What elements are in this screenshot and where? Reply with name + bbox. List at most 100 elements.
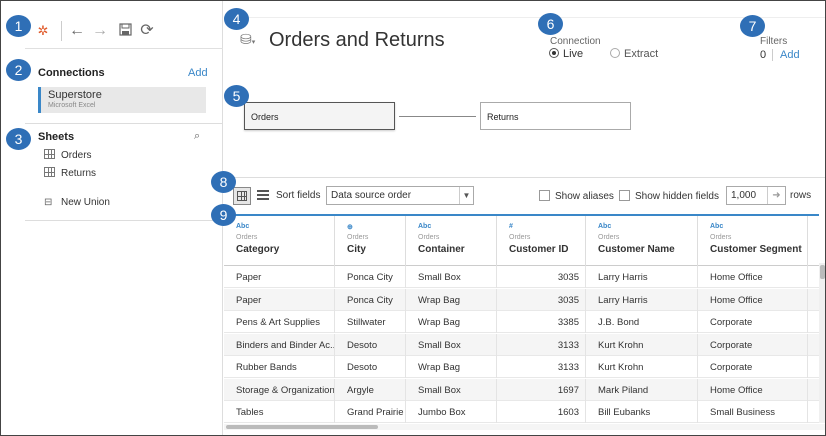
field-name: City — [347, 244, 366, 255]
column-header[interactable]: Abc Orders Container — [406, 216, 497, 266]
sort-fields-value: Data source order — [331, 190, 412, 201]
field-source: Orders — [598, 234, 620, 241]
sort-fields-select[interactable]: Data source order ▼ — [326, 186, 474, 205]
callout-2: 2 — [6, 59, 31, 81]
extract-radio[interactable]: Extract — [610, 48, 658, 60]
add-connection-link[interactable]: Add — [188, 67, 208, 79]
table-cell: Argyle — [335, 378, 406, 401]
live-radio[interactable]: Live — [549, 48, 583, 60]
callout-9: 9 — [211, 204, 236, 226]
table-row: Tables Grand Prairie Jumbo Box 1603 Bill Eub… — [224, 401, 819, 423]
canvas-table-returns[interactable]: Returns — [480, 102, 631, 130]
table-cell: Small Box — [406, 266, 497, 288]
sheet-item-returns[interactable]: Returns — [44, 167, 96, 179]
field-type-icon[interactable]: Abc — [710, 223, 807, 233]
back-icon[interactable]: ← — [69, 23, 85, 39]
table-cell: Binders and Binder Ac... — [224, 333, 335, 356]
horizontal-scrollbar[interactable] — [224, 424, 825, 430]
rows-input[interactable]: 1,000 ➜ — [726, 186, 786, 205]
table-cell: Ponca City — [335, 266, 406, 288]
field-source: Orders — [710, 234, 732, 241]
field-type-icon[interactable]: Abc — [598, 223, 697, 233]
grid-icon — [237, 191, 247, 201]
table-cell: Corporate — [698, 333, 808, 356]
join-line[interactable] — [399, 116, 476, 117]
callout-7: 7 — [740, 15, 765, 37]
table-cell: Corporate — [698, 311, 808, 333]
list-view-button[interactable] — [257, 190, 269, 200]
column-header[interactable]: Abc Orders Customer Segment — [698, 216, 808, 266]
arrow-right-icon[interactable]: ➜ — [767, 187, 785, 204]
scroll-thumb[interactable] — [820, 265, 825, 279]
table-cell: Paper — [224, 266, 335, 288]
filters-divider — [772, 49, 773, 61]
table-cell: Tables — [224, 401, 335, 423]
field-type-icon[interactable]: Abc — [236, 223, 334, 233]
toolbar-divider — [61, 21, 62, 41]
table-icon — [44, 149, 55, 159]
extract-label: Extract — [624, 48, 659, 60]
section-divider — [25, 220, 223, 221]
table-row: Rubber Bands Desoto Wrap Bag 3133 Kurt Krohn… — [224, 356, 819, 378]
table-cell: Home Office — [698, 378, 808, 401]
union-icon: ⊟ — [44, 197, 53, 208]
field-name: Customer ID — [509, 244, 569, 255]
table-cell: Stillwater — [335, 311, 406, 333]
table-cell: Wrap Bag — [406, 311, 497, 333]
show-hidden-fields-checkbox[interactable]: Show hidden fields — [619, 190, 719, 202]
table-cell: Ponca City — [335, 288, 406, 311]
radio-unselected-icon — [610, 48, 620, 58]
field-source: Orders — [236, 234, 258, 241]
new-union-item[interactable]: ⊟ New Union — [44, 197, 110, 208]
section-divider — [25, 123, 223, 124]
field-type-icon[interactable]: # — [509, 223, 585, 233]
live-label: Live — [563, 48, 584, 60]
column-header[interactable]: # Orders Customer ID — [497, 216, 586, 266]
datasource-icon[interactable]: ⛁▾ — [240, 31, 255, 48]
search-icon[interactable]: ⌕ — [194, 130, 200, 143]
sheet-item-orders[interactable]: Orders — [44, 149, 92, 161]
table-cell: Home Office — [698, 288, 808, 311]
table-cell: Mark Piland — [586, 378, 698, 401]
table-cell: 1697 — [497, 378, 586, 401]
table-cell: Storage & Organization — [224, 378, 335, 401]
field-type-icon[interactable]: ⊕ — [347, 223, 405, 233]
tableau-logo-icon[interactable]: ✲ — [35, 23, 51, 39]
callout-3: 3 — [6, 128, 31, 150]
grid-toolbar: Sort fields Data source order ▼ Show ali… — [224, 177, 825, 213]
grid-view-button[interactable] — [233, 187, 251, 205]
field-source: Orders — [347, 234, 369, 241]
table-row: Storage & Organization Argyle Small Box 169… — [224, 378, 819, 401]
field-name: Container — [418, 244, 465, 255]
table-cell: Wrap Bag — [406, 288, 497, 311]
connection-type: Microsoft Excel — [48, 102, 96, 109]
forward-icon[interactable]: → — [92, 23, 108, 39]
column-header[interactable]: ⊕ Orders City — [335, 216, 406, 266]
app-window: ✲ ← → ⟳ Connections Add Superstore Micro… — [0, 0, 826, 436]
show-aliases-label: Show aliases — [555, 191, 614, 202]
show-hidden-label: Show hidden fields — [635, 191, 719, 202]
refresh-icon[interactable]: ⟳ — [139, 23, 155, 39]
grid-header: Abc Orders Category ⊕ Orders City Abc Orders Con… — [224, 216, 819, 266]
canvas-table-orders[interactable]: Orders — [244, 102, 395, 130]
show-aliases-checkbox[interactable]: Show aliases — [539, 190, 614, 202]
field-type-icon[interactable]: Abc — [418, 223, 496, 233]
column-header[interactable]: Abc Orders Category — [224, 216, 335, 266]
add-filter-link[interactable]: Add — [780, 49, 800, 61]
column-header[interactable]: Abc Orders Customer Name — [586, 216, 698, 266]
checkbox-icon — [539, 190, 550, 201]
datasource-title[interactable]: Orders and Returns — [269, 29, 445, 52]
table-cell: Bill Eubanks — [586, 401, 698, 423]
table-icon — [44, 167, 55, 177]
table-cell: Corporate — [698, 356, 808, 378]
new-union-label: New Union — [61, 197, 110, 208]
connection-label: Connection — [550, 36, 601, 47]
scroll-thumb[interactable] — [226, 425, 378, 429]
connection-item[interactable]: Superstore Microsoft Excel — [38, 87, 206, 113]
sheet-label: Orders — [61, 150, 92, 161]
table-cell: Larry Harris — [586, 288, 698, 311]
table-cell: Home Office — [698, 266, 808, 288]
save-icon[interactable] — [117, 23, 133, 39]
vertical-scrollbar[interactable] — [819, 263, 825, 423]
sheet-label: Returns — [61, 168, 97, 179]
